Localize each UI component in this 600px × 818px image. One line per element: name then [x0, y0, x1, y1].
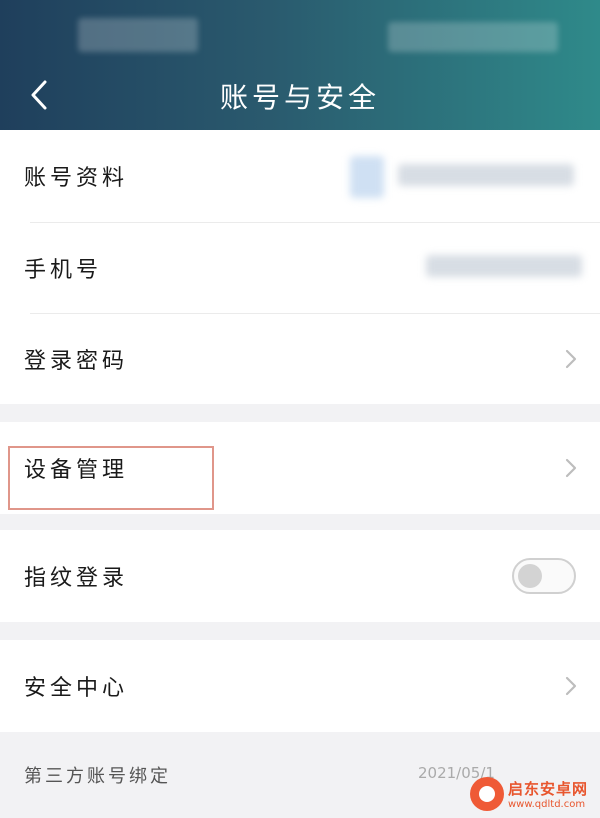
- watermark: 启东安卓网 www.qdltd.com: [470, 772, 598, 816]
- row-label: 安全中心: [24, 676, 129, 701]
- fingerprint-toggle[interactable]: [512, 558, 576, 594]
- third-party-binding-caption: 第三方账号绑定: [24, 766, 171, 787]
- security-group: 安全中心: [0, 640, 600, 732]
- watermark-logo-icon: [470, 777, 504, 811]
- masked-avatar: [350, 156, 384, 198]
- row-device-management[interactable]: 设备管理: [0, 422, 600, 514]
- row-security-center[interactable]: 安全中心: [0, 640, 600, 732]
- page-title: 账号与安全: [219, 81, 380, 114]
- chevron-right-icon: [565, 458, 577, 478]
- device-group: 设备管理: [0, 422, 600, 514]
- row-label: 手机号: [24, 258, 103, 283]
- row-label: 指纹登录: [24, 566, 129, 591]
- row-label: 登录密码: [24, 349, 129, 374]
- blurred-status-right: [388, 22, 558, 52]
- masked-account-name: [398, 164, 574, 186]
- fingerprint-group: 指纹登录: [0, 530, 600, 622]
- account-info-group: 账号资料 手机号 登录密码: [0, 130, 600, 404]
- chevron-right-icon: [565, 676, 577, 696]
- row-label: 设备管理: [24, 458, 129, 483]
- watermark-text: 启东安卓网 www.qdltd.com: [508, 778, 588, 810]
- masked-phone-number: [426, 255, 582, 277]
- row-login-password[interactable]: 登录密码: [0, 314, 600, 404]
- blurred-status-left: [78, 18, 198, 52]
- row-fingerprint-login: 指纹登录: [0, 530, 600, 622]
- row-label: 账号资料: [24, 166, 129, 191]
- chevron-right-icon: [565, 349, 577, 369]
- row-account-profile[interactable]: 账号资料: [0, 130, 600, 222]
- toggle-knob: [518, 564, 542, 588]
- watermark-name: 启东安卓网: [508, 780, 589, 798]
- header-bar: 账号与安全: [0, 0, 600, 130]
- watermark-url: www.qdltd.com: [508, 799, 586, 810]
- row-phone-number[interactable]: 手机号: [0, 223, 600, 313]
